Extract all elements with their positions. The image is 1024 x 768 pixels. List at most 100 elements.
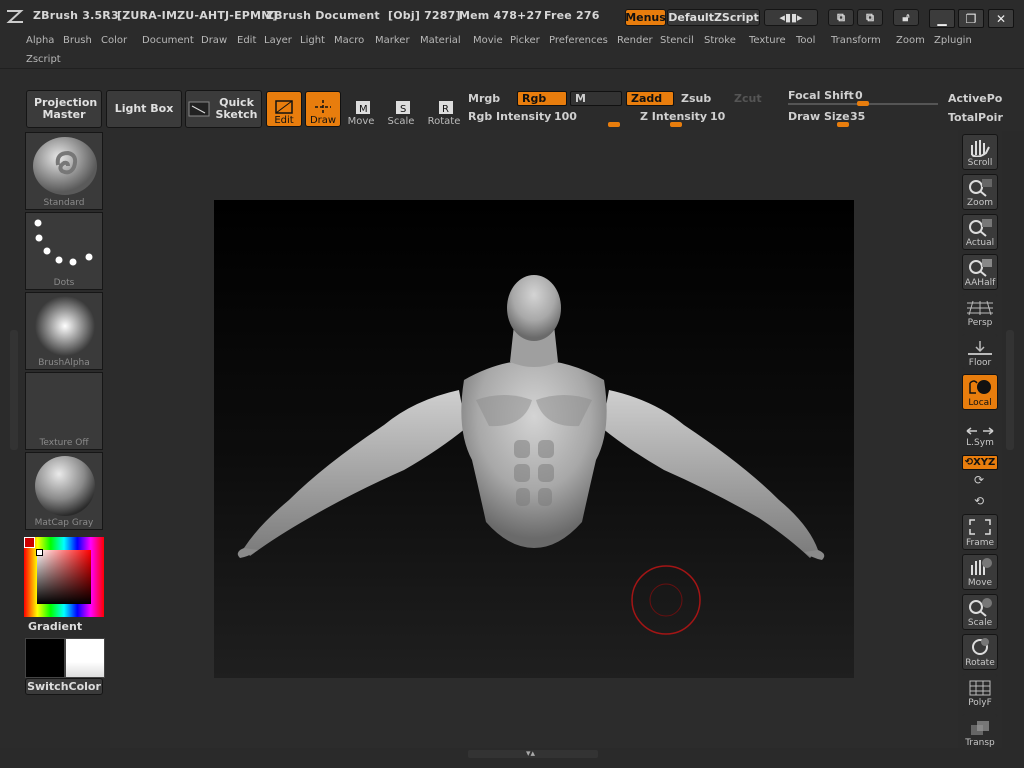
focal-shift-knob[interactable] — [857, 101, 869, 106]
draw-size-slider[interactable]: Draw Size 35 — [788, 109, 938, 127]
rgb-intensity-knob[interactable] — [608, 122, 620, 127]
scroll-button[interactable]: Scroll — [962, 134, 998, 170]
edit-icon — [275, 100, 293, 114]
menus-button[interactable]: Menus — [625, 9, 666, 26]
rotate-z-icon[interactable]: ⟳ — [974, 473, 984, 487]
palette-arrows-icon[interactable]: ◂▮▮▸ — [764, 9, 818, 26]
expand-arrows-icon[interactable]: ▾▴ — [526, 749, 535, 759]
menu-zoom[interactable]: Zoom — [896, 35, 925, 46]
color-picker[interactable] — [24, 537, 104, 617]
scale-tool-button[interactable]: S Scale — [383, 91, 419, 127]
secondary-color-swatch[interactable] — [65, 638, 105, 678]
scale-icon: S — [396, 101, 410, 115]
color-saturation-square[interactable] — [37, 550, 91, 604]
alpha-selector[interactable]: BrushAlpha — [25, 292, 103, 370]
draw-icon — [315, 100, 331, 114]
menu-zplugin[interactable]: Zplugin — [934, 35, 972, 46]
document-canvas[interactable] — [214, 200, 854, 678]
menu-color[interactable]: Color — [101, 35, 127, 46]
mrgb-button[interactable]: Mrgb — [468, 92, 500, 105]
local-transform-icon — [969, 380, 991, 394]
switch-color-button[interactable]: SwitchColor — [25, 678, 103, 695]
aahalf-button[interactable]: AAHalf — [962, 254, 998, 290]
lock-icon[interactable]: 🔓︎ — [893, 9, 919, 26]
hue-marker[interactable] — [24, 537, 35, 548]
menu-preferences[interactable]: Preferences — [549, 35, 608, 46]
light-box-button[interactable]: Light Box — [106, 90, 182, 128]
menu-texture[interactable]: Texture — [749, 35, 786, 46]
move-tool-button[interactable]: M Move — [343, 91, 379, 127]
menu-zscript[interactable]: Zscript — [26, 54, 61, 65]
menu-render[interactable]: Render — [617, 35, 653, 46]
lsym-button[interactable]: L.Sym — [962, 420, 998, 450]
sculpted-torso-model[interactable] — [214, 200, 854, 678]
primary-color-swatch[interactable] — [25, 638, 65, 678]
close-icon[interactable]: ✕ — [988, 9, 1014, 28]
menu-layer[interactable]: Layer — [264, 35, 292, 46]
polyf-button[interactable]: PolyF — [962, 674, 998, 710]
restore-icon[interactable]: ❐ — [958, 9, 984, 28]
menu-stencil[interactable]: Stencil — [660, 35, 694, 46]
brush-selector[interactable]: Standard — [25, 132, 103, 210]
edit-tool-button[interactable]: Edit — [266, 91, 302, 127]
z-intensity-knob[interactable] — [670, 122, 682, 127]
texture-selector[interactable]: Texture Off — [25, 372, 103, 450]
projection-master-button[interactable]: Projection Master — [26, 90, 102, 128]
menu-macro[interactable]: Macro — [334, 35, 364, 46]
menu-material[interactable]: Material — [420, 35, 461, 46]
menu-light[interactable]: Light — [300, 35, 325, 46]
draw-size-knob[interactable] — [837, 122, 849, 127]
move-view-button[interactable]: Move — [962, 554, 998, 590]
xyz-toggle[interactable]: ⟲ XYZ — [962, 455, 998, 470]
rotate-view-button[interactable]: Rotate — [962, 634, 998, 670]
draw-tool-button[interactable]: Draw — [305, 91, 341, 127]
zcut-button[interactable]: Zcut — [734, 92, 762, 105]
frame-label: Frame — [965, 538, 995, 548]
layout-alt-icon[interactable]: ⧉ — [857, 9, 883, 26]
scale-view-button[interactable]: Scale — [962, 594, 998, 630]
zoom-label: Zoom — [967, 198, 993, 208]
menu-alpha[interactable]: Alpha — [26, 35, 54, 46]
minimize-icon[interactable]: ▁ — [929, 9, 955, 28]
persp-button[interactable]: Persp — [962, 294, 998, 330]
material-selector[interactable]: MatCap Gray — [25, 452, 103, 530]
frame-button[interactable]: Frame — [962, 514, 998, 550]
local-button[interactable]: Local — [962, 374, 998, 410]
menu-movie[interactable]: Movie — [473, 35, 503, 46]
quick-sketch-button[interactable]: Quick Sketch — [185, 90, 262, 128]
gradient-toggle[interactable]: Gradient — [28, 620, 82, 633]
floor-button[interactable]: Floor — [962, 334, 998, 370]
menu-marker[interactable]: Marker — [375, 35, 410, 46]
actual-button[interactable]: Actual — [962, 214, 998, 250]
menu-transform[interactable]: Transform — [831, 35, 881, 46]
m-button[interactable]: M — [570, 91, 622, 106]
material-name: MatCap Gray — [34, 518, 94, 528]
xyz-label: XYZ — [973, 457, 996, 468]
rotate-tool-button[interactable]: R Rotate — [426, 91, 462, 127]
zbrush-logo-icon — [6, 10, 24, 23]
focal-shift-slider[interactable]: Focal Shift 0 — [788, 89, 938, 106]
menu-edit[interactable]: Edit — [237, 35, 256, 46]
rgb-intensity-slider[interactable]: Rgb Intensity 100 — [468, 109, 628, 127]
menu-picker[interactable]: Picker — [510, 35, 540, 46]
right-tray-handle[interactable] — [1006, 330, 1014, 450]
floor-grid-icon — [968, 341, 992, 355]
layout-icon[interactable]: ⧉ — [828, 9, 854, 26]
stroke-selector[interactable]: Dots — [25, 212, 103, 290]
rotate-y-icon[interactable]: ⟲ — [974, 494, 984, 508]
color-marker[interactable] — [36, 549, 43, 556]
rgb-button[interactable]: Rgb — [517, 91, 567, 106]
zoom-button[interactable]: Zoom — [962, 174, 998, 210]
menu-tool[interactable]: Tool — [796, 35, 815, 46]
zsub-button[interactable]: Zsub — [681, 92, 711, 105]
left-tray-handle[interactable] — [10, 330, 18, 450]
default-zscript-button[interactable]: DefaultZScript — [667, 9, 760, 26]
transp-button[interactable]: Transp — [962, 714, 998, 750]
zadd-button[interactable]: Zadd — [626, 91, 674, 106]
menu-stroke[interactable]: Stroke — [704, 35, 736, 46]
menu-brush[interactable]: Brush — [63, 35, 92, 46]
z-intensity-slider[interactable]: Z Intensity 10 — [640, 109, 775, 127]
menu-document[interactable]: Document — [142, 35, 194, 46]
menu-draw[interactable]: Draw — [201, 35, 227, 46]
symmetry-arrows-icon — [966, 427, 994, 435]
